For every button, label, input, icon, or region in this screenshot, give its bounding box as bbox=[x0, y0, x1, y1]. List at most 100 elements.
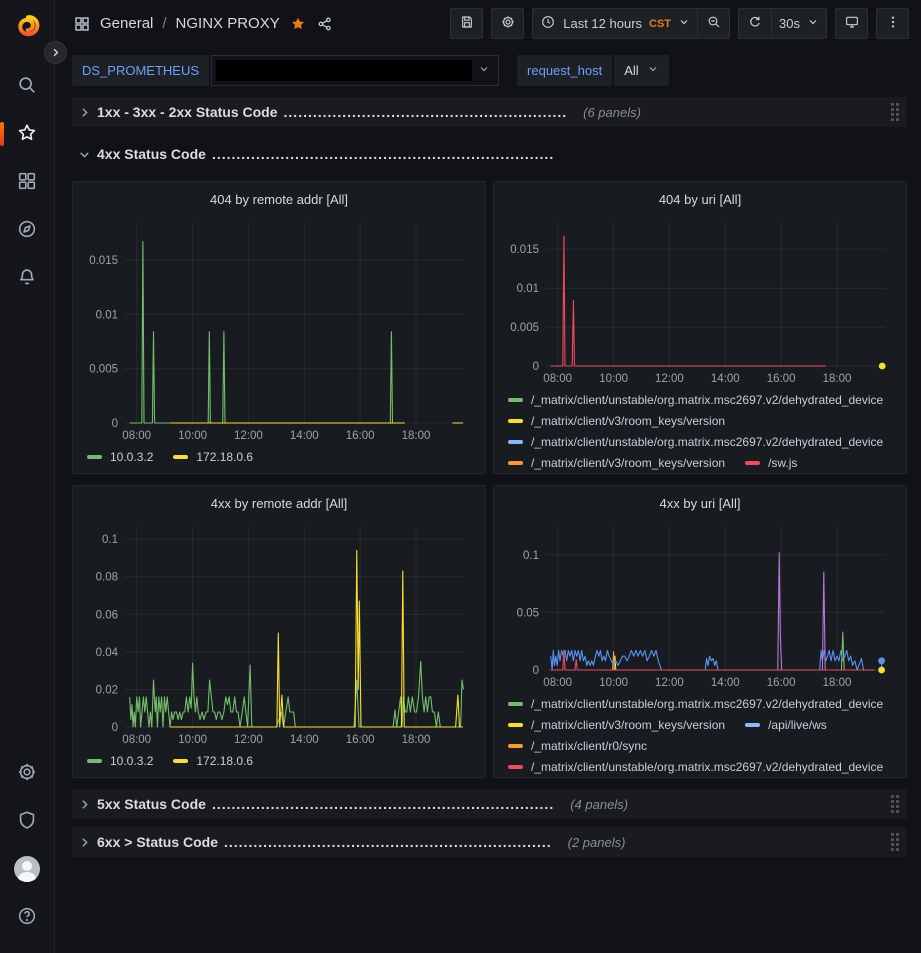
refresh-button[interactable] bbox=[738, 8, 771, 39]
legend-series-label: 10.0.3.2 bbox=[110, 754, 153, 768]
panel-404-by-uri: 404 by uri [All] 08:0010:0012:0014:0016:… bbox=[493, 181, 907, 474]
variable-value-request-host[interactable]: All bbox=[614, 55, 668, 86]
row-header-6xx[interactable]: 6xx > Status Code ......................… bbox=[72, 827, 907, 857]
row-header-4xx[interactable]: 4xx Status Code ........................… bbox=[72, 139, 907, 169]
legend-item[interactable]: /_matrix/client/unstable/org.matrix.msc2… bbox=[508, 760, 883, 774]
row-title: 6xx > Status Code bbox=[97, 834, 218, 850]
legend-item[interactable]: /_matrix/client/r0/sync bbox=[508, 739, 647, 753]
svg-text:14:00: 14:00 bbox=[290, 430, 319, 442]
dashboard-toolbar: Last 12 hours CST bbox=[450, 8, 909, 39]
help-icon bbox=[16, 905, 38, 930]
chevron-down-icon bbox=[478, 62, 490, 80]
magnifier-minus-icon bbox=[706, 14, 722, 33]
svg-text:08:00: 08:00 bbox=[122, 734, 151, 746]
legend-series-label: /_matrix/client/unstable/org.matrix.msc2… bbox=[531, 760, 883, 774]
svg-text:18:00: 18:00 bbox=[823, 373, 852, 385]
legend-item[interactable]: /api/live/ws bbox=[745, 718, 827, 732]
svg-text:0.02: 0.02 bbox=[96, 684, 118, 696]
row-title: 1xx - 3xx - 2xx Status Code bbox=[97, 104, 278, 120]
breadcrumb-folder[interactable]: General bbox=[100, 15, 153, 32]
save-dashboard-button[interactable] bbox=[450, 8, 483, 39]
refresh-interval-picker[interactable]: 30s bbox=[771, 8, 827, 39]
legend-row: /_matrix/client/unstable/org.matrix.msc2… bbox=[508, 697, 896, 711]
legend-item[interactable]: 172.18.0.6 bbox=[173, 450, 253, 464]
panel-title[interactable]: 4xx by uri [All] bbox=[502, 491, 898, 516]
legend-row: /_matrix/client/unstable/org.matrix.msc2… bbox=[508, 435, 896, 449]
svg-text:0.05: 0.05 bbox=[517, 607, 539, 619]
chevron-right-icon bbox=[78, 798, 91, 811]
legend-item[interactable]: 10.0.3.2 bbox=[87, 754, 153, 768]
legend-item[interactable]: /sw.js bbox=[745, 456, 797, 470]
row-drag-handle[interactable] bbox=[891, 103, 899, 121]
timeseries-plot[interactable]: 08:0010:0012:0014:0016:0018:0000.020.040… bbox=[81, 516, 477, 749]
zoom-out-time-button[interactable] bbox=[697, 8, 730, 39]
dashboard-settings-button[interactable] bbox=[491, 8, 524, 39]
svg-text:12:00: 12:00 bbox=[655, 677, 684, 689]
svg-text:14:00: 14:00 bbox=[711, 677, 740, 689]
legend-series-swatch bbox=[87, 759, 102, 763]
refresh-icon bbox=[747, 14, 763, 33]
legend-item[interactable]: /_matrix/client/unstable/org.matrix.msc2… bbox=[508, 697, 883, 711]
row-header-5xx[interactable]: 5xx Status Code ........................… bbox=[72, 789, 907, 819]
share-button[interactable] bbox=[316, 15, 334, 33]
legend-item[interactable]: /_matrix/client/unstable/org.matrix.msc2… bbox=[508, 435, 883, 449]
sidebar-item-alerting[interactable] bbox=[7, 258, 47, 298]
svg-text:12:00: 12:00 bbox=[655, 373, 684, 385]
svg-text:16:00: 16:00 bbox=[346, 430, 375, 442]
row-header-1xx-3xx-2xx[interactable]: 1xx - 3xx - 2xx Status Code ............… bbox=[72, 97, 907, 127]
top-navbar: General / NGINX PROXY bbox=[55, 0, 921, 47]
legend-series-swatch bbox=[508, 765, 523, 769]
legend-series-swatch bbox=[173, 455, 188, 459]
gear-icon bbox=[16, 761, 38, 786]
favorite-star-button[interactable] bbox=[289, 15, 307, 33]
breadcrumb-dashboard-title[interactable]: NGINX PROXY bbox=[176, 15, 280, 32]
search-icon bbox=[16, 74, 38, 99]
legend-item[interactable]: /_matrix/client/unstable/org.matrix.msc2… bbox=[508, 393, 883, 407]
legend-item[interactable]: /_matrix/client/v3/room_keys/version bbox=[508, 414, 725, 428]
sidebar-item-server-admin[interactable] bbox=[7, 801, 47, 841]
svg-text:0.005: 0.005 bbox=[510, 322, 539, 334]
legend-row: 10.0.3.2 172.18.0.6 bbox=[87, 754, 475, 768]
sidebar-item-starred[interactable] bbox=[7, 114, 47, 154]
panel-title[interactable]: 404 by remote addr [All] bbox=[81, 187, 477, 212]
legend-item[interactable]: /_matrix/client/v3/room_keys/version bbox=[508, 718, 725, 732]
monitor-icon bbox=[844, 14, 860, 33]
legend-item[interactable]: 10.0.3.2 bbox=[87, 450, 153, 464]
panel-legend: 10.0.3.2 172.18.0.6 bbox=[81, 749, 477, 775]
svg-text:0.005: 0.005 bbox=[89, 364, 118, 376]
row-drag-handle[interactable] bbox=[891, 795, 899, 813]
chevron-down-icon bbox=[678, 16, 690, 31]
legend-series-swatch bbox=[745, 723, 760, 727]
chevron-right-icon bbox=[78, 106, 91, 119]
panel-title[interactable]: 404 by uri [All] bbox=[502, 187, 898, 212]
sidebar-item-dashboards[interactable] bbox=[7, 162, 47, 202]
sidebar-item-help[interactable] bbox=[7, 897, 47, 937]
sidebar-expand-toggle[interactable] bbox=[44, 41, 67, 64]
legend-item[interactable]: 172.18.0.6 bbox=[173, 754, 253, 768]
svg-text:0.1: 0.1 bbox=[523, 550, 539, 562]
panel-4xx-by-uri: 4xx by uri [All] 08:0010:0012:0014:0016:… bbox=[493, 485, 907, 778]
timeseries-plot[interactable]: 08:0010:0012:0014:0016:0018:0000.050.1 bbox=[502, 516, 898, 692]
time-range-label: Last 12 hours bbox=[563, 16, 642, 31]
svg-text:0.015: 0.015 bbox=[89, 255, 118, 267]
sidebar-item-configuration[interactable] bbox=[7, 753, 47, 793]
sidebar-item-profile[interactable] bbox=[7, 849, 47, 889]
grafana-logo-icon[interactable] bbox=[10, 10, 44, 44]
row-drag-handle[interactable] bbox=[891, 833, 899, 851]
legend-item[interactable]: /_matrix/client/v3/room_keys/version bbox=[508, 456, 725, 470]
variable-label-request-host: request_host bbox=[517, 55, 612, 86]
svg-text:10:00: 10:00 bbox=[178, 430, 207, 442]
more-options-kebab-button[interactable] bbox=[876, 8, 909, 39]
svg-text:18:00: 18:00 bbox=[823, 677, 852, 689]
sidebar-item-search[interactable] bbox=[7, 66, 47, 106]
timeseries-plot[interactable]: 08:0010:0012:0014:0016:0018:0000.0050.01… bbox=[502, 212, 898, 388]
panel-title[interactable]: 4xx by remote addr [All] bbox=[81, 491, 477, 516]
variable-value-ds-prometheus[interactable] bbox=[211, 55, 499, 86]
breadcrumb-separator: / bbox=[162, 15, 166, 32]
time-range-picker[interactable]: Last 12 hours CST bbox=[532, 8, 697, 39]
svg-text:18:00: 18:00 bbox=[402, 430, 431, 442]
timeseries-plot[interactable]: 08:0010:0012:0014:0016:0018:0000.0050.01… bbox=[81, 212, 477, 445]
sidebar-item-explore[interactable] bbox=[7, 210, 47, 250]
cycle-view-mode-button[interactable] bbox=[835, 8, 868, 39]
row-title-leader: ........................................… bbox=[224, 834, 552, 850]
